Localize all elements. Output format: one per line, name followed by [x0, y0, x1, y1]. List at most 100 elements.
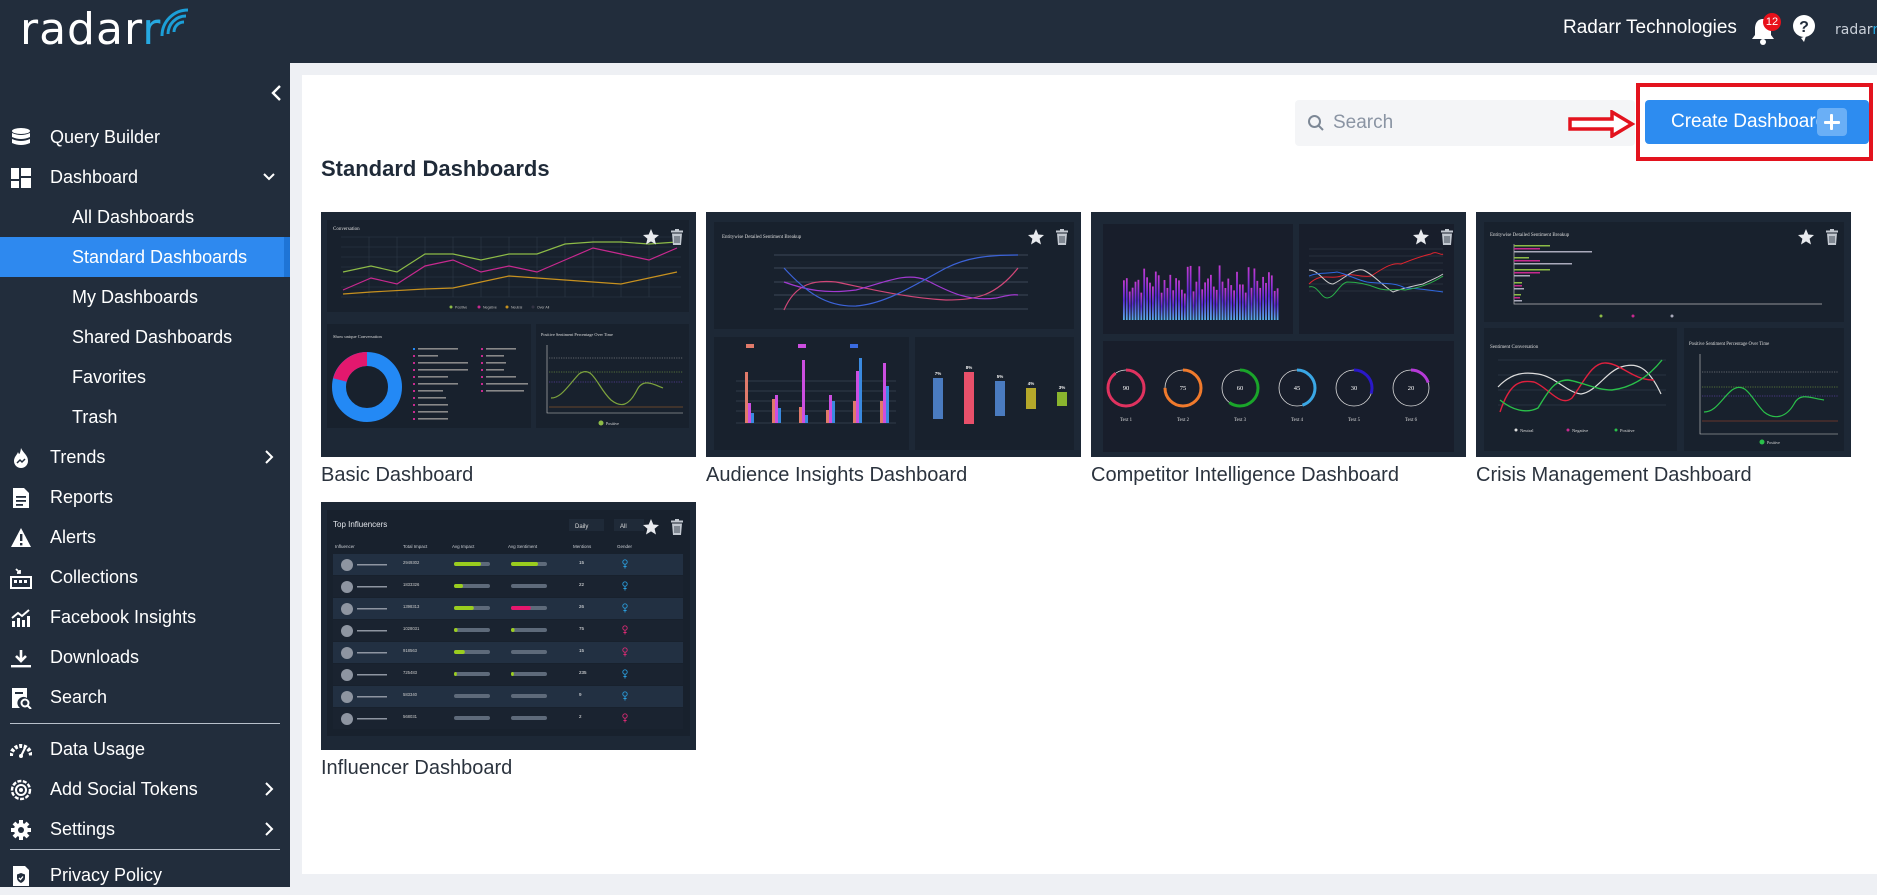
dashboard-card-title[interactable]: Audience Insights Dashboard	[706, 463, 1081, 487]
dashboard-card-influencer[interactable]: Top Influencers Daily All Influencer Tota…	[321, 502, 696, 780]
preview-total-impact: 1833326	[403, 582, 420, 587]
dashboard-card-title[interactable]: Basic Dashboard	[321, 463, 696, 487]
sidebar-item-facebook-insights[interactable]: Facebook Insights	[0, 597, 290, 637]
preview-funnel-label: 7%	[935, 371, 942, 376]
notification-badge: 12	[1763, 13, 1781, 31]
dashboard-card-crisis-management[interactable]: Entitywise Detailed Sentiment Breakup Se…	[1476, 212, 1851, 487]
trash-icon[interactable]	[1823, 228, 1841, 246]
preview-bar	[1131, 287, 1134, 320]
preview-bar	[1224, 288, 1227, 320]
sidebar-item-add-social-tokens[interactable]: Add Social Tokens	[0, 769, 290, 809]
sidebar-item-data-usage[interactable]: Data Usage	[0, 729, 290, 769]
preview-chart-title: Positive Sentiment Percentage Over Time	[1689, 342, 1769, 347]
dashboard-card-title[interactable]: Influencer Dashboard	[321, 756, 696, 780]
preview-gauge-value: 60	[1237, 385, 1244, 392]
trash-icon[interactable]	[668, 228, 686, 246]
preview-impact-fill	[454, 606, 474, 610]
preview-bar	[1250, 287, 1253, 320]
preview-bar	[1152, 286, 1154, 320]
radarr-logo[interactable]: radarr	[20, 4, 189, 56]
dashboard-preview[interactable]: Entitywise Detailed Sentiment Breakup Se…	[1476, 212, 1851, 457]
preview-legend: Positive	[1620, 428, 1635, 433]
dashboard-card-audience-insights[interactable]: Entitywise Detailed Sentiment Breakup 7%…	[706, 212, 1081, 487]
preview-avatar	[341, 625, 353, 637]
preview-bar	[1172, 290, 1175, 320]
top-bar: radarr Radarr Technologies 12 ? radarr	[0, 0, 1877, 63]
star-icon[interactable]	[1027, 228, 1045, 246]
sidebar-item-reports[interactable]: Reports	[0, 477, 290, 517]
sidebar-item-settings[interactable]: Settings	[0, 809, 290, 849]
preview-gauge-value: 45	[1294, 385, 1301, 392]
speedometer-icon	[10, 744, 32, 758]
preview-sentiment-fill	[511, 606, 531, 610]
star-icon[interactable]	[1797, 228, 1815, 246]
preview-impact-bar	[454, 672, 490, 676]
star-icon[interactable]	[642, 228, 660, 246]
help-icon[interactable]: ?	[1792, 14, 1816, 42]
trash-icon[interactable]	[1438, 228, 1456, 246]
sidebar-item-query-builder[interactable]: Query Builder	[0, 117, 290, 157]
sidebar-item-alerts[interactable]: Alerts	[0, 517, 290, 557]
trash-icon[interactable]	[668, 518, 686, 536]
sidebar-item-trash[interactable]: Trash	[0, 397, 290, 437]
preview-mentions: 15	[579, 560, 585, 565]
preview-sentiment-bar	[511, 716, 547, 720]
dashboard-card-competitor-intelligence[interactable]: 90 Text 1 75 Text 2 60 Text 3 45 Text 4 30 Text 5…	[1091, 212, 1466, 487]
preview-total-impact: 583340	[403, 692, 418, 697]
preview-gauge-label: Text 5	[1348, 418, 1361, 423]
preview-impact-fill	[454, 672, 457, 676]
sidebar-item-favorites[interactable]: Favorites	[0, 357, 290, 397]
star-icon[interactable]	[642, 518, 660, 536]
sidebar-item-label: Data Usage	[50, 739, 146, 759]
dashboard-preview[interactable]: Conversation Positive Negative Neutral O…	[321, 212, 696, 457]
sidebar: Query Builder Dashboard All Dashboards S…	[0, 63, 290, 887]
annotation-arrow-icon	[1568, 110, 1636, 138]
preview-impact-fill	[454, 584, 463, 588]
dashboard-card-basic[interactable]: Conversation Positive Negative Neutral O…	[321, 212, 696, 487]
sidebar-item-collections[interactable]: Collections	[0, 557, 290, 597]
sidebar-item-shared-dashboards[interactable]: Shared Dashboards	[0, 317, 290, 357]
collapse-sidebar-icon[interactable]	[268, 83, 286, 103]
preview-legend: Negative	[483, 306, 497, 310]
sidebar-item-privacy-policy[interactable]: Privacy Policy	[0, 855, 290, 895]
preview-funnel-label: 3%	[1059, 385, 1066, 390]
brand-small-logo: radarr	[1835, 22, 1877, 38]
preview-bar	[1140, 292, 1143, 320]
preview-gauge-value: 90	[1123, 385, 1130, 392]
sidebar-item-dashboard[interactable]: Dashboard	[0, 157, 290, 197]
sidebar-item-trends[interactable]: Trends	[0, 437, 290, 477]
dashboard-card-title[interactable]: Crisis Management Dashboard	[1476, 463, 1851, 487]
preview-bar	[1183, 293, 1186, 320]
trash-icon[interactable]	[1053, 228, 1071, 246]
sidebar-item-label: Alerts	[50, 527, 97, 547]
dashboard-preview[interactable]: Entitywise Detailed Sentiment Breakup 7%…	[706, 212, 1081, 457]
dashboard-icon	[11, 168, 31, 188]
sidebar-item-standard-dashboards[interactable]: Standard Dashboards	[0, 237, 290, 277]
preview-mentions: 75	[579, 626, 585, 631]
page-title: Standard Dashboards	[321, 156, 550, 181]
preview-bar	[1221, 281, 1224, 320]
sidebar-divider	[10, 723, 280, 724]
sidebar-item-all-dashboards[interactable]: All Dashboards	[0, 197, 290, 237]
preview-chart-title: Positive Sentiment Percentage Over Time	[541, 332, 613, 337]
preview-avatar	[341, 603, 353, 615]
preview-total-impact: 568031	[403, 714, 418, 719]
preview-sentiment-fill	[511, 562, 538, 566]
preview-funnel-label: 4%	[1028, 381, 1035, 386]
dashboard-preview[interactable]: Top Influencers Daily All Influencer Tota…	[321, 502, 696, 750]
preview-sentiment-bar	[511, 672, 547, 676]
preview-bar	[1215, 289, 1218, 320]
star-icon[interactable]	[1412, 228, 1430, 246]
organization-name[interactable]: Radarr Technologies	[1563, 16, 1737, 40]
sidebar-item-my-dashboards[interactable]: My Dashboards	[0, 277, 290, 317]
create-dashboard-button[interactable]: Create Dashboard	[1645, 100, 1869, 144]
sidebar-item-downloads[interactable]: Downloads	[0, 637, 290, 677]
sidebar-divider	[10, 849, 280, 850]
dashboard-preview[interactable]: 90 Text 1 75 Text 2 60 Text 3 45 Text 4 30 Text 5…	[1091, 212, 1466, 457]
preview-bar	[1163, 280, 1166, 320]
preview-bar	[1256, 280, 1259, 320]
sidebar-item-search[interactable]: Search	[0, 677, 290, 717]
preview-column-header: Avg Sentiment	[508, 544, 538, 549]
dashboard-card-title[interactable]: Competitor Intelligence Dashboard	[1091, 463, 1466, 487]
preview-bar	[1265, 282, 1267, 320]
